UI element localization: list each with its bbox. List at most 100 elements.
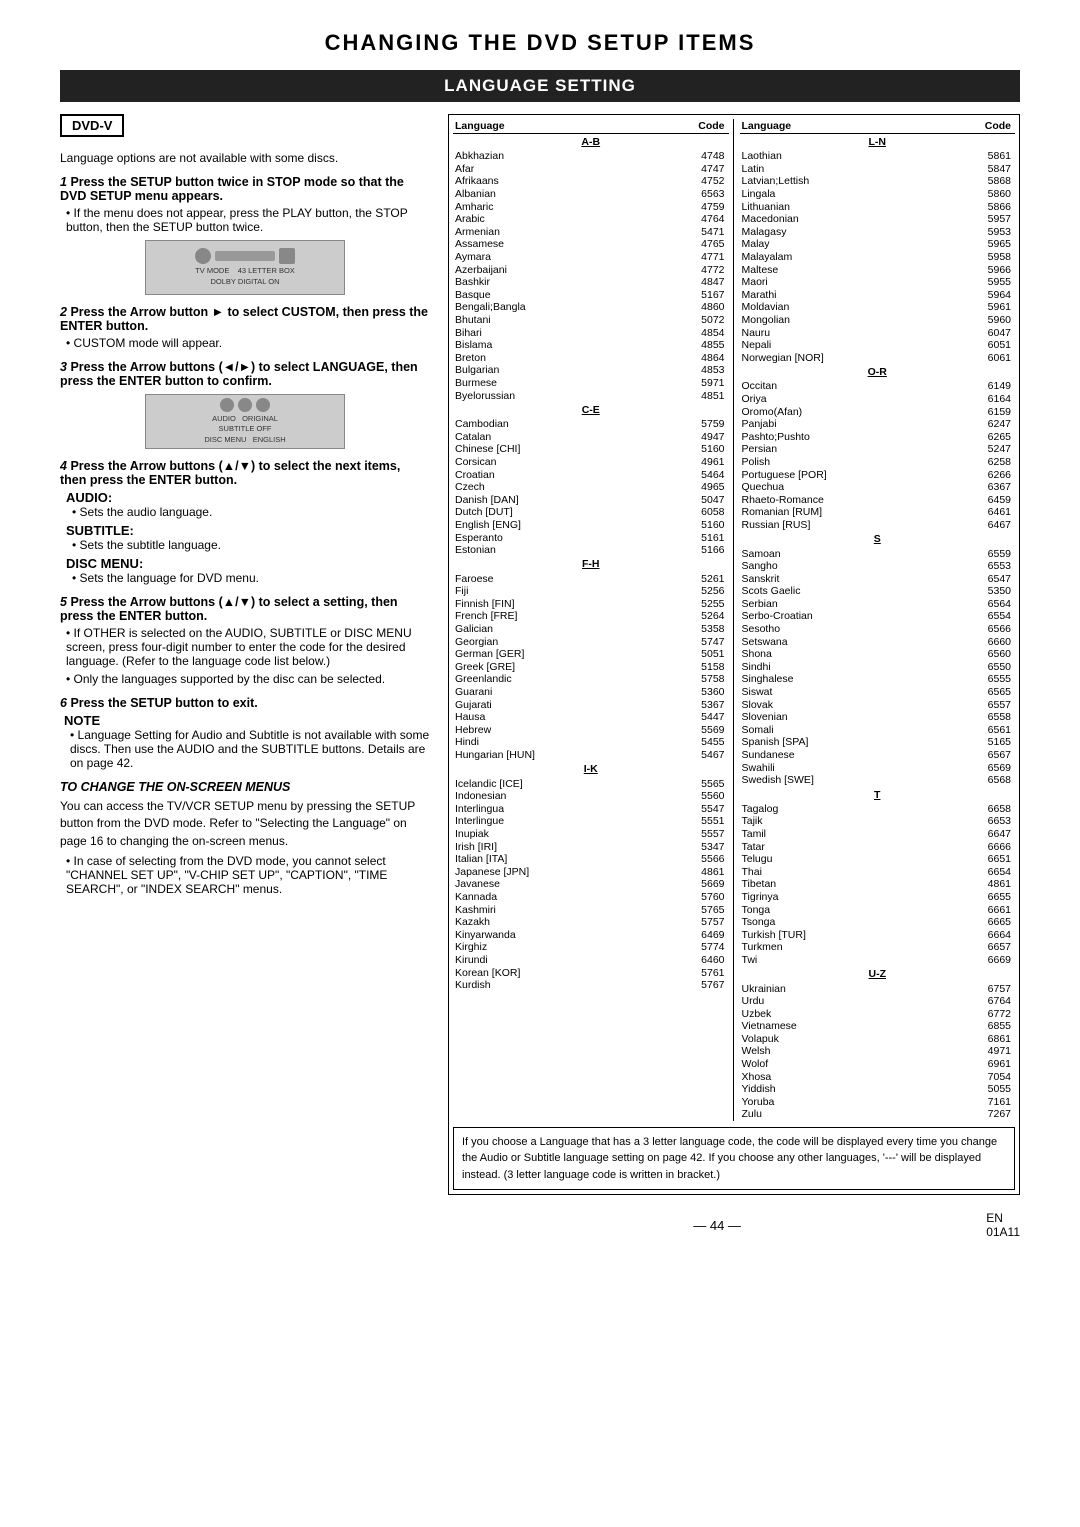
lang-code: 6367 (939, 481, 1015, 494)
lang-name: Korean [KOR] (453, 966, 649, 979)
lang-name: Siswat (740, 686, 939, 699)
lang-row: Bengali;Bangla4860 (453, 301, 729, 314)
lang-name: Spanish [SPA] (740, 736, 939, 749)
section-header-t: T (740, 787, 1016, 803)
lang-name: Galician (453, 623, 649, 636)
lang-code: 6550 (939, 661, 1015, 674)
lang-name: Singhalese (740, 673, 939, 686)
lang-row: Thai6654 (740, 865, 1016, 878)
lang-row: French [FRE]5264 (453, 610, 729, 623)
lang-row: Lithuanian5866 (740, 200, 1016, 213)
lang-row: Macedonian5957 (740, 213, 1016, 226)
lang-code: 5160 (649, 519, 729, 532)
lang-name: Dutch [DUT] (453, 506, 649, 519)
lang-name: Aymara (453, 251, 649, 264)
lang-name: Mongolian (740, 314, 939, 327)
lang-code: 6149 (939, 380, 1015, 393)
lang-code: 6266 (939, 468, 1015, 481)
lang-name: Swedish [SWE] (740, 774, 939, 787)
step-number-3: 3 (60, 360, 67, 374)
lang-name: Lingala (740, 188, 939, 201)
lang-code: 5767 (649, 979, 729, 992)
lang-name: Bhutani (453, 314, 649, 327)
lang-row: Japanese [JPN]4861 (453, 865, 729, 878)
step-5-bullet-1: • Only the languages supported by the di… (66, 672, 430, 686)
lang-row: Sanskrit6547 (740, 572, 1016, 585)
lang-row: Urdu6764 (740, 995, 1016, 1008)
lang-code: 6861 (939, 1033, 1015, 1046)
lang-code: 4772 (649, 263, 729, 276)
lang-row: Vietnamese6855 (740, 1020, 1016, 1033)
lang-name: Sundanese (740, 749, 939, 762)
lang-code: 6555 (939, 673, 1015, 686)
lang-name: Irish [IRI] (453, 840, 649, 853)
lang-code: 5960 (939, 314, 1015, 327)
lang-code: 6567 (939, 749, 1015, 762)
lang-row: Occitan6149 (740, 380, 1016, 393)
lang-row: Indonesian5560 (453, 790, 729, 803)
step-6-text: Press the SETUP button to exit. (70, 696, 257, 710)
lang-code: 5760 (649, 891, 729, 904)
lang-name: Faroese (453, 572, 649, 585)
lang-code: 5551 (649, 815, 729, 828)
lang-name: Maori (740, 276, 939, 289)
lang-code: 6653 (939, 815, 1015, 828)
lang-name: Afar (453, 163, 649, 176)
lang-row: Chinese [CHI]5160 (453, 443, 729, 456)
lang-code: 5161 (649, 531, 729, 544)
lang-code: 5866 (939, 200, 1015, 213)
lang-code: 5961 (939, 301, 1015, 314)
section-header-ab: A-B (453, 134, 729, 151)
lang-code: 6764 (939, 995, 1015, 1008)
lang-code: 6772 (939, 1007, 1015, 1020)
note-text: • Language Setting for Audio and Subtitl… (70, 728, 430, 770)
lang-name: Tonga (740, 903, 939, 916)
to-change-bullet: • In case of selecting from the DVD mode… (66, 854, 430, 896)
lang-name: Kinyarwanda (453, 928, 649, 941)
lang-row: Rhaeto-Romance6459 (740, 493, 1016, 506)
lang-code: 5560 (649, 790, 729, 803)
lang-code: 5264 (649, 610, 729, 623)
lang-code: 5747 (649, 635, 729, 648)
lang-code: 5055 (939, 1083, 1015, 1096)
lang-name: Shona (740, 648, 939, 661)
lang-row: Zulu7267 (740, 1108, 1016, 1121)
lang-row: Yoruba7161 (740, 1096, 1016, 1109)
lang-name: Guarani (453, 686, 649, 699)
lang-code: 6553 (939, 560, 1015, 573)
lang-name: Twi (740, 954, 939, 967)
lang-row: Aymara4771 (453, 251, 729, 264)
lang-code: 6566 (939, 623, 1015, 636)
lang-row: Spanish [SPA]5165 (740, 736, 1016, 749)
dvd-badge: DVD-V (60, 114, 124, 137)
lang-row: Breton4864 (453, 352, 729, 365)
lang-row: Mongolian5960 (740, 314, 1016, 327)
lang-code: 4947 (649, 430, 729, 443)
lang-row: Setswana6660 (740, 635, 1016, 648)
lang-row: Maori5955 (740, 276, 1016, 289)
lang-code: 6569 (939, 761, 1015, 774)
lang-code: 5557 (649, 828, 729, 841)
lang-name: Icelandic [ICE] (453, 777, 649, 790)
section-header-ln: L-N (740, 134, 1016, 151)
lang-name: Cambodian (453, 418, 649, 431)
lang-row: Kazakh5757 (453, 916, 729, 929)
lang-name: Yoruba (740, 1096, 939, 1109)
bottom-note: If you choose a Language that has a 3 le… (453, 1127, 1015, 1191)
lang-name: Polish (740, 456, 939, 469)
lang-name: Marathi (740, 289, 939, 302)
audio-label: AUDIO: (66, 490, 430, 505)
lang-code: 5774 (649, 941, 729, 954)
lang-code: 5958 (939, 251, 1015, 264)
lang-name: Scots Gaelic (740, 585, 939, 598)
lang-name: Tigrinya (740, 891, 939, 904)
lang-code: 5957 (939, 213, 1015, 226)
lang-code: 6655 (939, 891, 1015, 904)
step-6: 6 Press the SETUP button to exit. NOTE •… (60, 696, 430, 770)
lang-name: Norwegian [NOR] (740, 352, 939, 365)
lang-name: Persian (740, 443, 939, 456)
lang-row: Volapuk6861 (740, 1033, 1016, 1046)
main-title: CHANGING THE DVD SETUP ITEMS (60, 30, 1020, 56)
lang-row: Marathi5964 (740, 289, 1016, 302)
lang-row: Azerbaijani4772 (453, 263, 729, 276)
